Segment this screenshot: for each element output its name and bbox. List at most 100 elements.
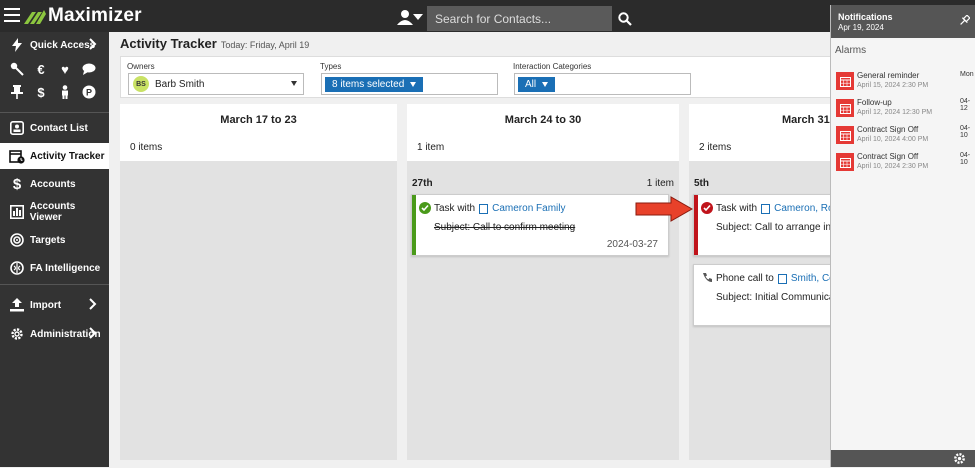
calendar-icon (836, 126, 854, 144)
sidebar: Quick Access € ♥ $ P Contact List Activi… (0, 32, 109, 467)
types-chip[interactable]: 8 items selected (325, 77, 424, 92)
chart-board-icon (8, 203, 26, 221)
week-count: 0 items (130, 142, 163, 153)
dollar-icon: $ (12, 175, 22, 193)
alarm-due: Mon (960, 71, 974, 78)
sidebar-item-label: Contact List (30, 122, 88, 134)
status-bar (694, 195, 698, 255)
chevron-down-icon (542, 82, 549, 87)
filter-bar: Owners BS Barb Smith Types 8 items selec… (120, 56, 840, 98)
sidebar-divider (0, 112, 109, 113)
card-subject: Subject: Call to arrange in p (716, 222, 840, 233)
owner-select[interactable]: BS Barb Smith (128, 73, 304, 95)
card-prefix: Phone call to (716, 273, 774, 284)
svg-text:P: P (86, 88, 92, 98)
sidebar-item-activity-tracker[interactable]: Activity Tracker (0, 143, 109, 169)
card-subject: Subject: Call to confirm meeting (434, 222, 576, 233)
sidebar-item-label: Accounts Viewer (29, 201, 76, 223)
overdue-check-icon (701, 202, 713, 214)
search-input[interactable]: Search for Contacts... (427, 6, 612, 31)
day-label: 27th (412, 178, 433, 189)
alarm-time: April 12, 2024 12:30 PM (857, 109, 933, 116)
alarm-due: 04-12 (960, 98, 971, 112)
alarm-due: 04-10 (960, 152, 971, 166)
types-select[interactable]: 8 items selected (321, 73, 498, 95)
user-icon (397, 10, 413, 25)
menu-icon[interactable] (4, 8, 20, 22)
alarm-name: Contract Sign Off (857, 152, 919, 161)
parking-icon[interactable]: P (80, 83, 98, 101)
contact-link[interactable]: Cameron Family (492, 203, 565, 214)
user-menu-button[interactable] (397, 6, 425, 28)
chevron-down-icon (413, 14, 423, 20)
key-icon[interactable] (8, 60, 26, 78)
calendar-clock-icon (8, 147, 26, 165)
calendar-icon (836, 72, 854, 90)
alarms-title: Alarms (835, 45, 867, 56)
alarm-item[interactable]: Follow-up April 12, 2024 12:30 PM 04-12 (831, 96, 975, 123)
top-bar: Maximizer Search for Contacts... (0, 0, 975, 32)
categories-chip[interactable]: All (518, 77, 556, 92)
sidebar-item-import[interactable]: Import (0, 292, 109, 318)
target-icon (8, 231, 26, 249)
sidebar-item-targets[interactable]: Targets (0, 227, 109, 253)
chevron-right-icon (89, 327, 97, 342)
owners-label: Owners (127, 62, 155, 71)
sidebar-item-label: Quick Access (30, 39, 96, 51)
sidebar-item-label: Targets (30, 234, 66, 246)
sidebar-item-accounts-viewer[interactable]: Accounts Viewer (0, 199, 109, 225)
pin-icon[interactable] (8, 83, 26, 101)
alarm-item[interactable]: General reminder April 15, 2024 2:30 PM … (831, 69, 975, 96)
chevron-right-icon (89, 38, 97, 53)
app-logo[interactable]: Maximizer (24, 4, 142, 28)
pin-icon[interactable] (959, 14, 971, 29)
annotation-arrow-icon (635, 196, 693, 222)
maximizer-logo-icon (24, 10, 46, 24)
day-count: 1 item (646, 178, 674, 189)
gear-icon[interactable] (953, 452, 966, 468)
notifications-header: Notifications Apr 19, 2024 (831, 5, 975, 38)
chat-icon[interactable] (80, 60, 98, 78)
activity-card[interactable]: Task with Cameron Family Subject: Call t… (411, 194, 669, 256)
alarm-name: Follow-up (857, 98, 892, 107)
categories-value: All (525, 79, 537, 90)
sidebar-item-fa-intelligence[interactable]: FA Intelligence (0, 255, 109, 281)
alarm-time: April 10, 2024 4:00 PM (857, 136, 929, 143)
week-column: March 24 to 30 1 item 27th 1 item Task w… (407, 104, 679, 460)
gear-icon (8, 325, 26, 343)
week-title: March 17 to 23 (220, 114, 297, 126)
sidebar-item-contact-list[interactable]: Contact List (0, 115, 109, 141)
alarm-item[interactable]: Contract Sign Off April 10, 2024 4:00 PM… (831, 123, 975, 150)
card-subject: Subject: Initial Communica (716, 292, 835, 303)
lightning-icon (8, 36, 26, 54)
app-name: Maximizer (48, 5, 142, 26)
quick-access-row-1: € ♥ (8, 60, 98, 78)
dollar-icon[interactable]: $ (32, 83, 50, 101)
card-date: 2024-03-27 (606, 239, 658, 250)
sidebar-item-quick-access[interactable]: Quick Access (0, 32, 109, 58)
notifications-date: Apr 19, 2024 (838, 23, 884, 32)
person-icon[interactable] (56, 83, 74, 101)
alarm-item[interactable]: Contract Sign Off April 10, 2024 2:30 PM… (831, 150, 975, 177)
card-prefix: Task with (434, 203, 476, 214)
alarm-name: Contract Sign Off (857, 125, 919, 134)
page-title: Activity Tracker Today: Friday, April 19 (120, 36, 309, 51)
chevron-right-icon (89, 298, 97, 313)
search-button[interactable] (612, 6, 637, 31)
chevron-down-icon (291, 81, 297, 86)
brain-icon (8, 259, 26, 277)
euro-icon[interactable]: € (32, 60, 50, 78)
contact-card-icon (8, 119, 26, 137)
chevron-down-icon (410, 82, 417, 87)
contact-icon (479, 203, 489, 214)
sidebar-item-administration[interactable]: Administration (0, 321, 109, 347)
calendar-icon (836, 153, 854, 171)
checkmark-icon (419, 202, 431, 214)
phone-icon (701, 271, 713, 283)
contact-icon (777, 273, 787, 284)
sidebar-item-accounts[interactable]: $ Accounts (0, 171, 109, 197)
categories-select[interactable]: All (514, 73, 691, 95)
card-prefix: Task with (716, 203, 758, 214)
heart-icon[interactable]: ♥ (56, 60, 74, 78)
week-count: 1 item (417, 142, 445, 153)
